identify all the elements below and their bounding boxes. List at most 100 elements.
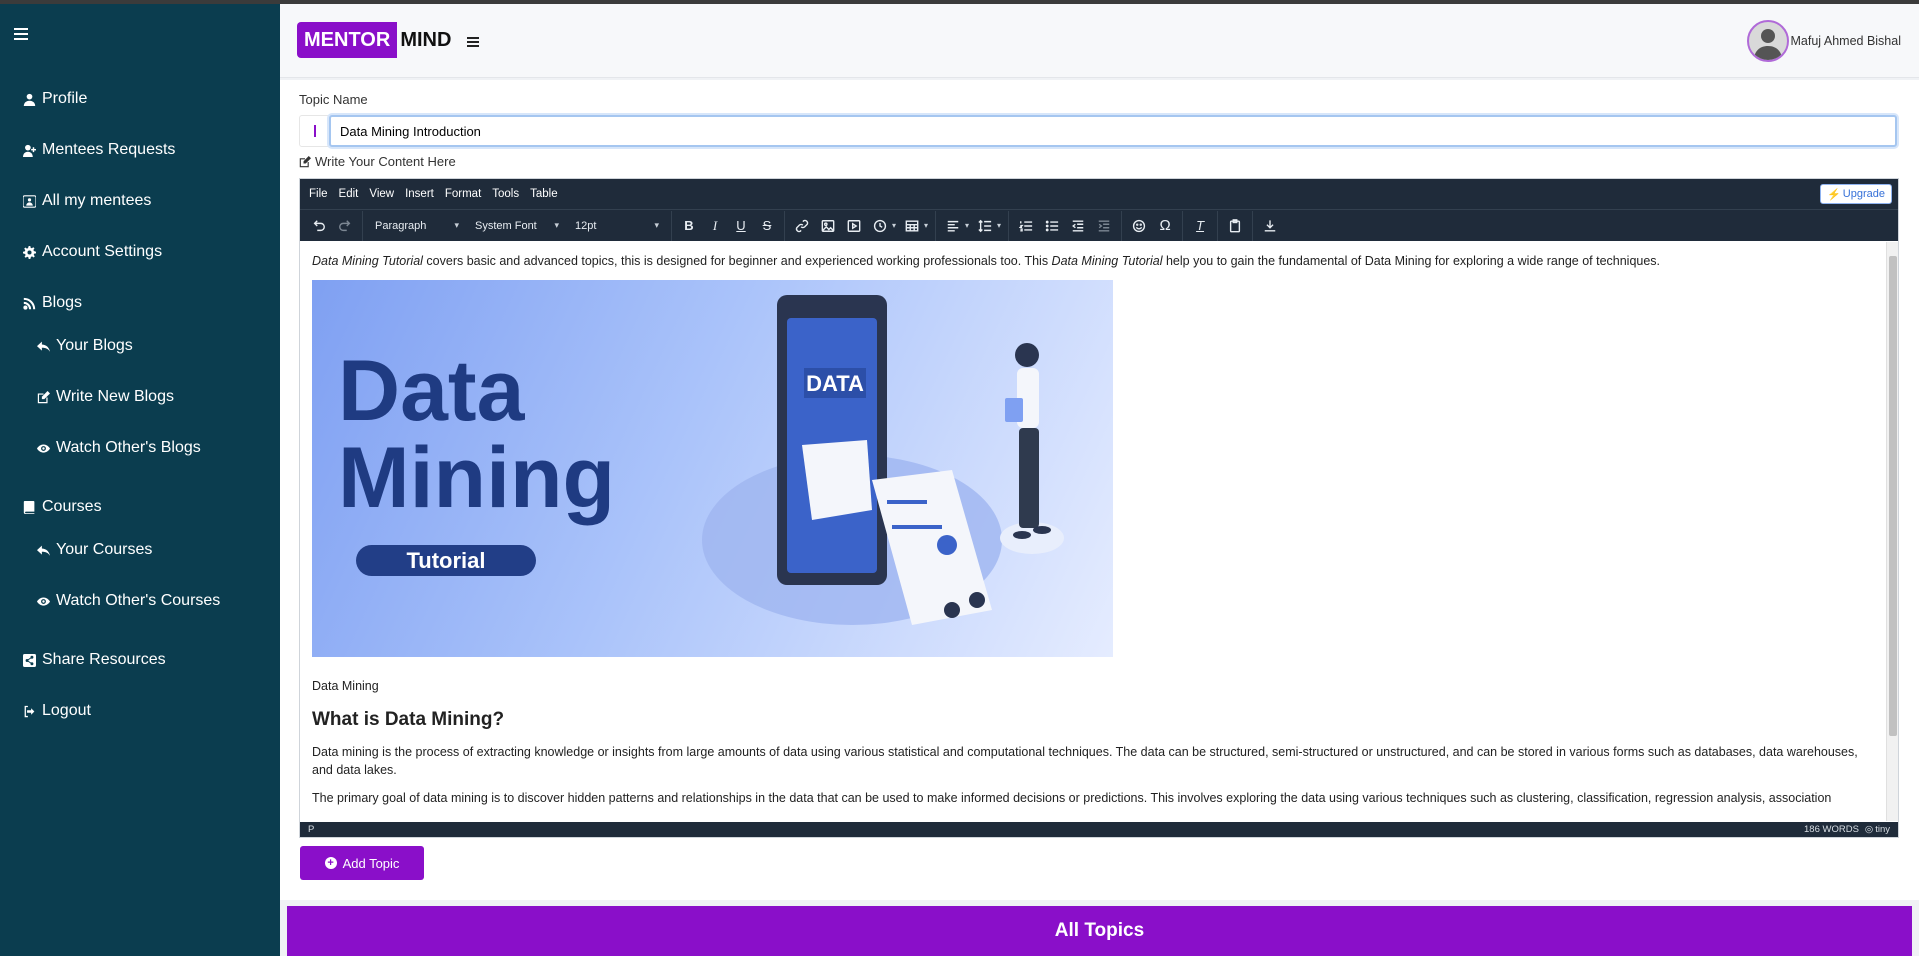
- tiny-brand[interactable]: ◎ tiny: [1865, 824, 1890, 835]
- clear-formatting-icon[interactable]: T: [1189, 215, 1211, 237]
- menu-edit[interactable]: Edit: [339, 188, 359, 200]
- add-topic-label: Add Topic: [342, 855, 400, 871]
- menu-file[interactable]: File: [309, 188, 328, 200]
- menu-tools[interactable]: Tools: [492, 188, 519, 200]
- toolbar-divider: [1182, 210, 1184, 241]
- element-path[interactable]: P: [308, 824, 314, 835]
- block-format-select[interactable]: Paragraph ▾: [367, 215, 467, 237]
- media-icon[interactable]: [843, 215, 865, 237]
- editor-content[interactable]: Data Mining Tutorial covers basic and ad…: [300, 242, 1887, 821]
- sidebar-item-label: Blogs: [42, 294, 83, 311]
- editor-statusbar: P 186 WORDS ◎ tiny: [300, 822, 1898, 837]
- chevron-down-icon: ▾: [654, 220, 659, 230]
- user-menu[interactable]: Mafuj Ahmed Bishal: [1746, 20, 1901, 62]
- eye-icon: [36, 441, 50, 455]
- lightning-icon: ⚡: [1827, 188, 1841, 201]
- intro-emphasis: Data Mining Tutorial: [1051, 254, 1163, 268]
- font-family-select[interactable]: System Font ▾: [467, 215, 567, 237]
- logo-mentor: MENTOR: [297, 22, 398, 58]
- menu-format[interactable]: Format: [445, 188, 481, 200]
- reply-icon: [36, 339, 50, 353]
- topic-name-label: Topic Name: [299, 92, 368, 107]
- undo-icon[interactable]: [308, 215, 330, 237]
- clock-icon[interactable]: [869, 215, 891, 237]
- topic-input-addon: [300, 116, 331, 146]
- sidebar-item-your-blogs[interactable]: Your Blogs: [36, 337, 133, 355]
- sidebar-item-label: All my mentees: [42, 192, 152, 209]
- rich-text-editor: File Edit View Insert Format Tools Table…: [299, 178, 1899, 838]
- sidebar-item-write-new-blogs[interactable]: Write New Blogs: [36, 388, 174, 406]
- font-size-select[interactable]: 12pt ▾: [567, 215, 667, 237]
- body-paragraph: Data mining is the process of extracting…: [312, 745, 1858, 777]
- bold-icon[interactable]: B: [678, 215, 700, 237]
- sidebar-item-your-courses[interactable]: Your Courses: [36, 541, 152, 559]
- sidebar-item-watch-others-courses[interactable]: Watch Other's Courses: [36, 592, 220, 610]
- intro-text: covers basic and advanced topics, this i…: [422, 254, 1052, 268]
- editor-scrollbar[interactable]: [1886, 242, 1898, 821]
- sidebar-item-logout[interactable]: Logout: [22, 702, 91, 720]
- upgrade-button[interactable]: ⚡ Upgrade: [1820, 184, 1892, 204]
- sidebar-item-courses[interactable]: Courses: [22, 498, 102, 516]
- sidebar-item-account-settings[interactable]: Account Settings: [22, 243, 162, 261]
- sidebar-item-blogs[interactable]: Blogs: [22, 294, 82, 312]
- strikethrough-icon[interactable]: S: [756, 215, 778, 237]
- special-character-icon[interactable]: Ω: [1154, 215, 1176, 237]
- content-label: Write Your Content Here: [299, 154, 456, 169]
- all-topics-banner[interactable]: All Topics: [287, 906, 1912, 956]
- toolbar-divider: [1252, 210, 1254, 241]
- block-format-value: Paragraph: [375, 219, 427, 232]
- italic-icon[interactable]: I: [704, 215, 726, 237]
- line-height-icon[interactable]: [974, 215, 996, 237]
- logo-mind: MIND: [400, 28, 452, 51]
- tiny-brand-label: tiny: [1875, 824, 1890, 835]
- download-icon[interactable]: [1259, 215, 1281, 237]
- menu-insert[interactable]: Insert: [405, 188, 434, 200]
- user-plus-icon: [22, 143, 36, 157]
- sidebar-item-profile[interactable]: Profile: [22, 90, 87, 108]
- bullet-list-icon[interactable]: [1041, 215, 1063, 237]
- scrollbar-thumb[interactable]: [1889, 256, 1897, 736]
- body-paragraph: The primary goal of data mining is to di…: [312, 791, 1832, 805]
- section-heading: What is Data Mining?: [312, 709, 505, 730]
- sidebar-item-watch-others-blogs[interactable]: Watch Other's Blogs: [36, 439, 201, 457]
- sidebar-toggle-icon[interactable]: [14, 28, 28, 43]
- sidebar-item-mentees-requests[interactable]: Mentees Requests: [22, 141, 175, 159]
- add-topic-button[interactable]: + Add Topic: [300, 846, 424, 880]
- sidebar: Profile Mentees Requests All my mentees …: [0, 4, 280, 956]
- sidebar-item-label: Logout: [42, 702, 91, 719]
- redo-icon[interactable]: [334, 215, 356, 237]
- sidebar-item-label: Your Courses: [56, 541, 153, 558]
- data-mining-tutorial-image[interactable]: Data Mining Tutorial DATA: [312, 280, 1113, 657]
- font-size-value: 12pt: [575, 219, 597, 232]
- share-icon: [22, 653, 36, 667]
- sidebar-item-label: Courses: [42, 498, 102, 515]
- numbered-list-icon[interactable]: [1015, 215, 1037, 237]
- sidebar-item-label: Account Settings: [42, 243, 163, 260]
- avatar: [1746, 20, 1789, 62]
- gear-icon: [22, 245, 36, 259]
- status-right: 186 WORDS ◎ tiny: [1804, 824, 1890, 835]
- plus-circle-icon: +: [324, 857, 337, 869]
- intro-text: help you to gain the fundamental of Data…: [1162, 254, 1661, 268]
- align-left-icon[interactable]: [942, 215, 964, 237]
- outdent-icon[interactable]: [1067, 215, 1089, 237]
- image-icon[interactable]: [817, 215, 839, 237]
- brand-logo[interactable]: MENTOR MIND: [297, 22, 451, 58]
- topic-name-input[interactable]: [329, 115, 1897, 147]
- menu-table[interactable]: Table: [530, 188, 558, 200]
- word-count[interactable]: 186 WORDS: [1804, 824, 1859, 835]
- table-icon[interactable]: [901, 215, 923, 237]
- top-header: MENTOR MIND Mafuj Ahmed Bishal: [280, 4, 1919, 78]
- sidebar-item-share-resources[interactable]: Share Resources: [22, 651, 166, 669]
- toolbar-divider: [671, 210, 672, 241]
- link-icon[interactable]: [791, 215, 813, 237]
- chevron-down-icon: ▾: [454, 220, 459, 230]
- paste-icon[interactable]: [1224, 215, 1246, 237]
- menu-view[interactable]: View: [369, 188, 394, 200]
- indent-icon[interactable]: [1093, 215, 1115, 237]
- sidebar-item-all-mentees[interactable]: All my mentees: [22, 192, 151, 210]
- emoji-icon[interactable]: [1128, 215, 1150, 237]
- menu-toggle-icon[interactable]: [467, 37, 479, 49]
- underline-icon[interactable]: U: [730, 215, 752, 237]
- edit-icon: [36, 390, 50, 404]
